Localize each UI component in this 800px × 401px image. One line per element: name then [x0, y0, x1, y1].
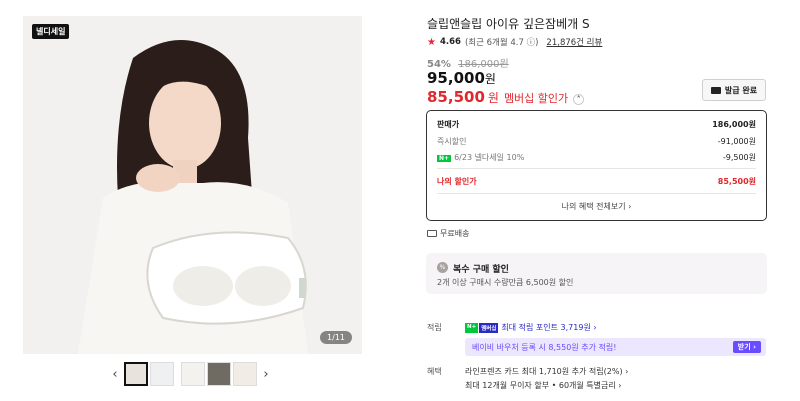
points-label: 적립: [427, 323, 442, 332]
price-detail-box: 판매가 186,000원 즉시할인 -91,000원 N+ 6/23 넬다세일 1…: [426, 110, 767, 221]
thumbnail-5[interactable]: [233, 362, 257, 386]
review-count-link[interactable]: 21,876건 리뷰: [546, 36, 602, 48]
discount-icon: %: [437, 262, 448, 273]
ticket-icon: [710, 86, 721, 94]
member-price-label: 멤버십 할인가: [503, 92, 569, 105]
thumbnail-strip: ‹ ›: [108, 362, 273, 386]
voucher-banner: 베이비 바우처 등록 시 8,550원 추가 적립! 받기 ›: [465, 338, 766, 356]
coupon-issued-button[interactable]: 발급 완료: [702, 79, 766, 101]
thumbnail-3[interactable]: [181, 362, 205, 386]
thumbnail-2[interactable]: [150, 362, 174, 386]
card-benefit-link[interactable]: 라인프렌즈 카드 최대 1,710원 추가 적립(2%) ›: [465, 366, 628, 377]
rating-summary: ★ 4.66 (최근 6개월 4.7 ⓘ) 21,876건 리뷰: [427, 36, 602, 49]
thumbnail-4[interactable]: [207, 362, 231, 386]
installment-benefit-link[interactable]: 최대 12개월 무이자 할부 • 60개월 특별금리 ›: [465, 380, 621, 391]
thumbnail-prev-icon[interactable]: ‹: [108, 367, 122, 382]
price-row-coupon: N+ 6/23 넬다세일 10% -9,500원: [437, 153, 756, 162]
naver-plus-badge: N+: [437, 155, 452, 162]
multi-buy-desc: 2개 이상 구매시 수량만큼 6,500원 할인: [437, 278, 574, 287]
membership-badge: N+ 멤버십: [465, 322, 499, 333]
image-counter: 1/11: [320, 331, 352, 344]
max-points-link[interactable]: N+ 멤버십 최대 적립 포인트 3,719원 ›: [465, 322, 597, 333]
chevron-up-icon[interactable]: ˄: [573, 94, 585, 105]
product-title: 슬립앤슬립 아이유 깊은잠베개 S: [427, 17, 590, 31]
price-row-instant-discount: 즉시할인 -91,000원: [437, 137, 756, 146]
shipping-info: 무료배송: [427, 228, 469, 239]
price-row-list: 판매가 186,000원: [437, 120, 756, 129]
benefits-label: 혜택: [427, 367, 442, 376]
rating-recent: (최근 6개월 4.7 ⓘ): [464, 38, 539, 48]
star-icon: ★: [427, 36, 436, 48]
rating-score: 4.66: [439, 37, 461, 47]
thumbnail-next-icon[interactable]: ›: [259, 367, 273, 382]
sale-price: 95,000원: [427, 69, 496, 87]
member-price: 85,500 원 멤버십 할인가 ˄: [427, 88, 585, 106]
product-main-image[interactable]: 넬디세일 1/11: [23, 16, 362, 354]
truck-icon: [427, 230, 437, 237]
view-all-benefits-link[interactable]: 나의 혜택 전체보기 ›: [427, 201, 766, 212]
voucher-text: 베이비 바우처 등록 시 8,550원 추가 적립!: [472, 343, 617, 352]
product-photo: [78, 40, 308, 354]
multi-buy-title: 복수 구매 할인: [453, 265, 509, 275]
multi-buy-discount: % 복수 구매 할인 2개 이상 구매시 수량만큼 6,500원 할인: [426, 253, 767, 294]
my-discount-price: 나의 할인가 85,500원: [437, 177, 756, 186]
original-price-line: 54% 186,000원: [427, 55, 509, 70]
thumbnail-1[interactable]: [124, 362, 148, 386]
voucher-receive-button[interactable]: 받기 ›: [732, 341, 761, 353]
info-icon[interactable]: ⓘ): [527, 38, 539, 48]
